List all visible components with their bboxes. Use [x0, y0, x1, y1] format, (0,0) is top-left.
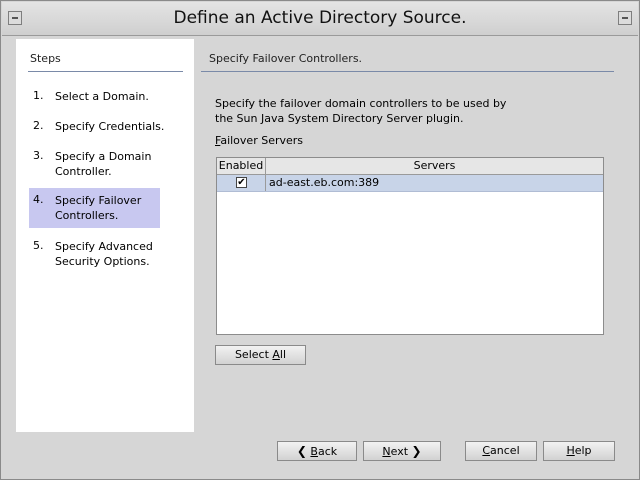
- step-number: 4.: [33, 193, 44, 206]
- window-minimize-button[interactable]: [618, 11, 632, 25]
- failover-label-rest: ailover Servers: [220, 134, 304, 147]
- minimize-icon: [622, 17, 628, 19]
- server-cell[interactable]: ad-east.eb.com:389: [269, 176, 379, 192]
- help-button[interactable]: Help: [543, 441, 615, 461]
- step-number: 1.: [33, 89, 44, 102]
- step-label: Specify Advanced Security Options.: [55, 240, 153, 268]
- step-number: 5.: [33, 239, 44, 252]
- cancel-label-rest: ancel: [490, 444, 520, 457]
- steps-header: Steps: [30, 52, 61, 65]
- step-number: 3.: [33, 149, 44, 162]
- column-header-enabled[interactable]: Enabled: [217, 158, 266, 174]
- help-mnemonic: H: [566, 444, 575, 457]
- select-all-label-b: ll: [279, 348, 287, 361]
- select-all-button[interactable]: Select All: [215, 345, 306, 365]
- cancel-button[interactable]: Cancel: [465, 441, 537, 461]
- cancel-mnemonic: C: [482, 444, 491, 457]
- step-label: Select a Domain.: [55, 90, 149, 103]
- failover-servers-table[interactable]: Enabled Servers ✔ ad-east.eb.com:389: [216, 157, 604, 335]
- back-button[interactable]: ❮ Back: [277, 441, 357, 461]
- failover-servers-label: Failover Servers: [215, 134, 303, 147]
- enabled-checkbox[interactable]: ✔: [236, 177, 247, 188]
- step-number: 2.: [33, 119, 44, 132]
- select-all-mnemonic: A: [272, 348, 280, 361]
- column-separator: [265, 175, 266, 191]
- step-advanced-security: 5. Specify Advanced Security Options.: [29, 237, 160, 273]
- steps-panel: Steps 1. Select a Domain. 2. Specify Cre…: [16, 39, 194, 432]
- column-header-servers[interactable]: Servers: [266, 158, 603, 174]
- step-specify-credentials: 2. Specify Credentials.: [29, 117, 164, 137]
- step-label: Specify Credentials.: [55, 120, 165, 133]
- step-failover-controllers: 4. Specify Failover Controllers.: [29, 188, 160, 228]
- back-mnemonic: B: [310, 445, 318, 458]
- wizard-window: Define an Active Directory Source. Steps…: [0, 0, 640, 480]
- chevron-left-icon: ❮: [296, 444, 307, 458]
- title-bar: Define an Active Directory Source.: [2, 2, 638, 36]
- step-label: Specify Failover Controllers.: [55, 194, 142, 222]
- next-mnemonic: N: [382, 445, 391, 458]
- content-divider: [201, 71, 614, 72]
- back-label-rest: ack: [317, 445, 338, 458]
- content-title: Specify Failover Controllers.: [209, 52, 363, 65]
- step-domain-controller: 3. Specify a Domain Controller.: [29, 147, 160, 183]
- steps-divider: [28, 71, 183, 72]
- next-label-rest: ext: [390, 445, 409, 458]
- select-all-label-a: Select: [234, 348, 273, 361]
- table-row[interactable]: ✔ ad-east.eb.com:389: [217, 175, 603, 192]
- table-header: Enabled Servers: [217, 158, 603, 175]
- step-select-domain: 1. Select a Domain.: [29, 87, 160, 107]
- window-title: Define an Active Directory Source.: [173, 8, 467, 28]
- next-button[interactable]: Next ❯: [363, 441, 441, 461]
- help-label-rest: elp: [574, 444, 592, 457]
- description-text: Specify the failover domain controllers …: [215, 97, 507, 125]
- step-label: Specify a Domain Controller.: [55, 150, 152, 178]
- chevron-right-icon: ❯: [411, 444, 422, 458]
